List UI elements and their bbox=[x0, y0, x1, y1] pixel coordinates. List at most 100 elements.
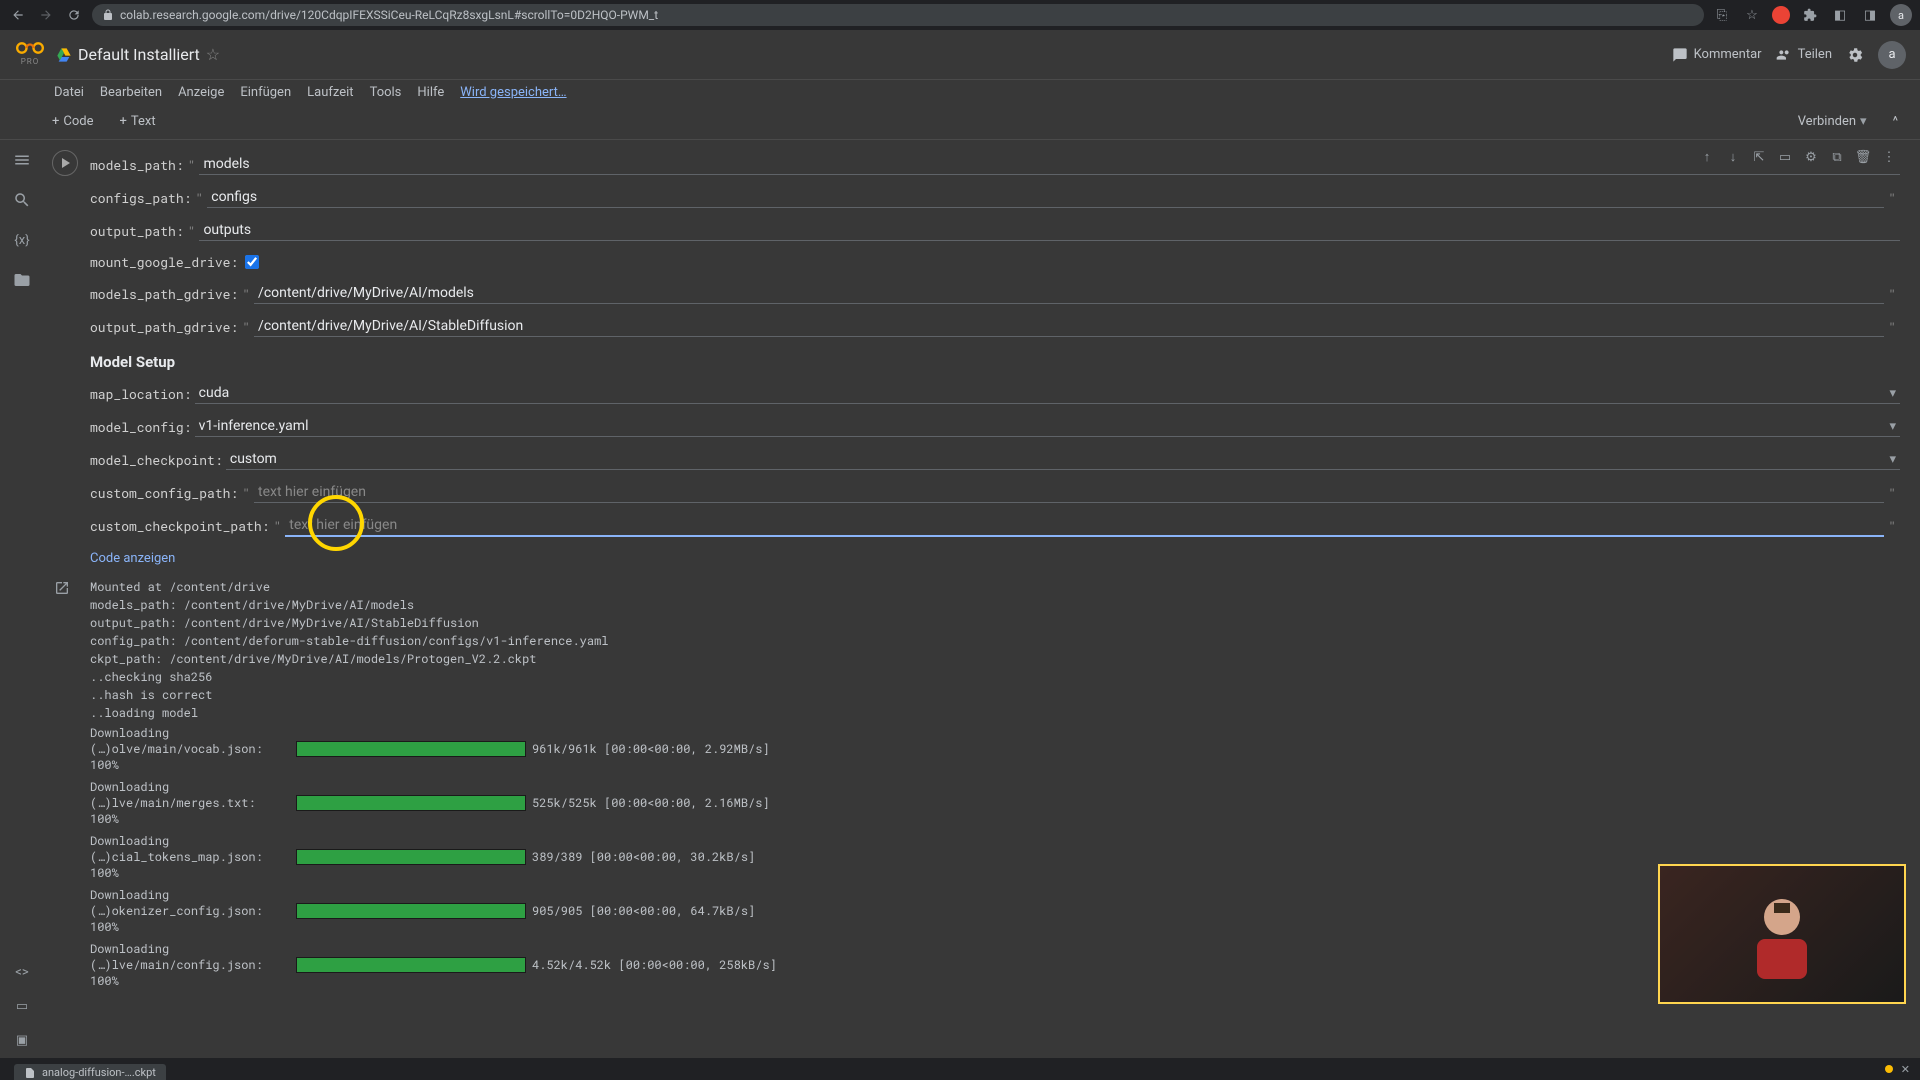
download-row: Downloading (…)lve/main/config.json: 100… bbox=[90, 938, 1900, 992]
file-icon bbox=[24, 1067, 36, 1079]
download-row: Downloading (…)olve/main/vocab.json: 100… bbox=[90, 722, 1900, 776]
notebook-area[interactable]: ↑ ↓ ⇱ ▭ ⚙ ⧉ 🗑 ⋮ models_path:" configs_pa… bbox=[44, 140, 1920, 1058]
notebook-toolbar: +Code +Text Verbinden ▾ ^ bbox=[0, 104, 1920, 140]
browser-toolbar: colab.research.google.com/drive/120CdqpI… bbox=[0, 0, 1920, 30]
add-code-button[interactable]: +Code bbox=[44, 110, 102, 133]
move-up-icon[interactable]: ↑ bbox=[1696, 146, 1718, 168]
share-button[interactable]: Teilen bbox=[1776, 47, 1832, 63]
settings-button[interactable] bbox=[1846, 46, 1864, 64]
forward-button[interactable] bbox=[36, 5, 56, 25]
map-location-label: map_location: bbox=[90, 385, 191, 403]
show-code-button[interactable]: Code anzeigen bbox=[90, 543, 1900, 574]
models-path-input[interactable] bbox=[199, 154, 1900, 175]
run-cell-button[interactable] bbox=[52, 150, 78, 176]
menu-view[interactable]: Anzeige bbox=[178, 85, 224, 100]
configs-path-input[interactable] bbox=[207, 187, 1884, 208]
document-title[interactable]: Default Installiert bbox=[78, 45, 200, 64]
browser-avatar[interactable]: a bbox=[1890, 4, 1912, 26]
output-gdrive-input[interactable] bbox=[254, 316, 1884, 337]
progress-bar bbox=[296, 741, 526, 757]
download-stats: 961k/961k [00:00<00:00, 2.92MB/s] bbox=[532, 741, 770, 757]
webcam-person bbox=[1742, 889, 1822, 979]
menu-insert[interactable]: Einfügen bbox=[240, 85, 291, 100]
mount-drive-checkbox[interactable] bbox=[245, 255, 259, 269]
sidepanel-icon[interactable]: ◧ bbox=[1830, 5, 1850, 25]
model-checkpoint-label: model_checkpoint: bbox=[90, 451, 223, 469]
status-bar: ✕ bbox=[0, 1058, 1920, 1080]
progress-bar bbox=[296, 795, 526, 811]
code-snippets-icon[interactable]: <> bbox=[12, 962, 32, 982]
connect-button[interactable]: Verbinden ▾ bbox=[1790, 110, 1875, 133]
colab-header: PRO Default Installiert ☆ Kommentar Teil… bbox=[0, 30, 1920, 80]
more-icon[interactable]: ⋮ bbox=[1878, 146, 1900, 168]
cell-settings-icon[interactable]: ⚙ bbox=[1800, 146, 1822, 168]
files-icon[interactable] bbox=[12, 270, 32, 290]
model-config-label: model_config: bbox=[90, 418, 191, 436]
output-text: Mounted at /content/drive models_path: /… bbox=[90, 578, 1900, 722]
menu-file[interactable]: Datei bbox=[54, 85, 84, 100]
comment-button[interactable]: Kommentar bbox=[1672, 47, 1762, 63]
progress-bar bbox=[296, 957, 526, 973]
configs-path-label: configs_path: bbox=[90, 189, 191, 207]
model-checkpoint-select[interactable]: custom▾ bbox=[226, 449, 1900, 470]
download-progress-list: Downloading (…)olve/main/vocab.json: 100… bbox=[90, 722, 1900, 992]
reload-button[interactable] bbox=[64, 5, 84, 25]
star-icon[interactable]: ☆ bbox=[206, 45, 220, 64]
progress-bar bbox=[296, 903, 526, 919]
colab-logo[interactable]: PRO bbox=[14, 39, 46, 71]
download-label: Downloading (…)cial_tokens_map.json: 100… bbox=[90, 833, 290, 881]
extension-icon[interactable] bbox=[1772, 6, 1790, 24]
model-config-select[interactable]: v1-inference.yaml▾ bbox=[195, 416, 1900, 437]
toolbar-toggle-button[interactable]: ^ bbox=[1885, 110, 1906, 133]
bookmark-icon[interactable]: ☆ bbox=[1742, 5, 1762, 25]
toc-icon[interactable] bbox=[12, 150, 32, 170]
back-button[interactable] bbox=[8, 5, 28, 25]
user-avatar[interactable]: a bbox=[1878, 41, 1906, 69]
download-row: Downloading (…)okenizer_config.json: 100… bbox=[90, 884, 1900, 938]
models-gdrive-input[interactable] bbox=[254, 283, 1884, 304]
command-palette-icon[interactable]: ▭ bbox=[12, 996, 32, 1016]
download-label: Downloading (…)olve/main/vocab.json: 100… bbox=[90, 725, 290, 773]
menu-edit[interactable]: Bearbeiten bbox=[100, 85, 162, 100]
menu-help[interactable]: Hilfe bbox=[417, 85, 444, 100]
download-label: Downloading (…)lve/main/config.json: 100… bbox=[90, 941, 290, 989]
variables-icon[interactable]: {x} bbox=[12, 230, 32, 250]
output-path-input[interactable] bbox=[199, 220, 1900, 241]
output-toggle-icon[interactable] bbox=[54, 580, 74, 600]
mount-drive-label: mount_google_drive: bbox=[90, 253, 238, 271]
left-rail: {x} bbox=[0, 140, 44, 1058]
custom-checkpoint-input[interactable] bbox=[285, 515, 1884, 537]
chevron-down-icon: ▾ bbox=[1889, 386, 1896, 401]
form-cell: ↑ ↓ ⇱ ▭ ⚙ ⧉ 🗑 ⋮ models_path:" configs_pa… bbox=[50, 148, 1906, 992]
chevron-down-icon: ▾ bbox=[1889, 452, 1896, 467]
models-path-label: models_path: bbox=[90, 156, 184, 174]
sidepanel2-icon[interactable]: ◨ bbox=[1860, 5, 1880, 25]
map-location-select[interactable]: cuda▾ bbox=[195, 383, 1900, 404]
download-stats: 525k/525k [00:00<00:00, 2.16MB/s] bbox=[532, 795, 770, 811]
install-icon[interactable]: ⎘ bbox=[1712, 5, 1732, 25]
custom-config-input[interactable] bbox=[254, 482, 1884, 503]
search-icon[interactable] bbox=[12, 190, 32, 210]
menu-bar: Datei Bearbeiten Anzeige Einfügen Laufze… bbox=[0, 80, 1920, 104]
delete-icon[interactable]: 🗑 bbox=[1852, 146, 1874, 168]
menu-runtime[interactable]: Laufzeit bbox=[307, 85, 353, 100]
link-icon[interactable]: ⇱ bbox=[1748, 146, 1770, 168]
add-text-button[interactable]: +Text bbox=[112, 110, 164, 133]
mirror-icon[interactable]: ⧉ bbox=[1826, 146, 1848, 168]
chevron-down-icon: ▾ bbox=[1889, 419, 1896, 434]
menu-tools[interactable]: Tools bbox=[370, 85, 402, 100]
cell-output: Mounted at /content/drive models_path: /… bbox=[90, 578, 1900, 992]
pro-badge: PRO bbox=[21, 57, 39, 66]
address-bar[interactable]: colab.research.google.com/drive/120CdqpI… bbox=[92, 4, 1704, 26]
terminal-icon[interactable]: ▣ bbox=[12, 1030, 32, 1050]
close-icon[interactable]: ✕ bbox=[1901, 1063, 1910, 1076]
download-label: Downloading (…)lve/main/merges.txt: 100% bbox=[90, 779, 290, 827]
download-label: Downloading (…)okenizer_config.json: 100… bbox=[90, 887, 290, 935]
output-gdrive-label: output_path_gdrive: bbox=[90, 318, 238, 336]
comment-icon[interactable]: ▭ bbox=[1774, 146, 1796, 168]
move-down-icon[interactable]: ↓ bbox=[1722, 146, 1744, 168]
lock-icon bbox=[102, 9, 114, 21]
download-stats: 905/905 [00:00<00:00, 64.7kB/s] bbox=[532, 903, 755, 919]
download-chip[interactable]: analog-diffusion-….ckpt bbox=[14, 1064, 166, 1080]
puzzle-icon[interactable] bbox=[1800, 5, 1820, 25]
